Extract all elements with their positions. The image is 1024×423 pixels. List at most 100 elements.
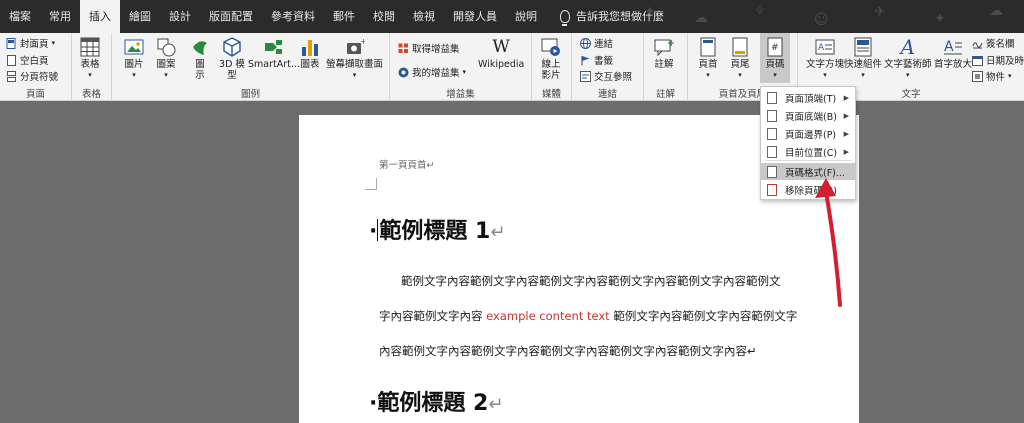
- ribbon-insert: 封面頁 ▾ 空白頁 分頁符號 頁面 表格 ▾ 表格 圖片 ▾ 圖案 ▾ 圖示 3…: [0, 33, 1024, 101]
- group-illustrations: 圖片 ▾ 圖案 ▾ 圖示 3D 模型 SmartArt... 圖表 + 螢幕擷取畫面…: [112, 33, 390, 101]
- menu-item-format-page-numbers[interactable]: 頁碼格式(F)...: [761, 163, 855, 180]
- group-media: 線上影片 媒體: [532, 33, 572, 101]
- remove-page-number-icon: [767, 183, 777, 196]
- page-bottom-icon: [767, 109, 777, 122]
- menu-separator: [765, 160, 851, 161]
- body-paragraph-line-1[interactable]: 範例文字內容範例文字內容範例文字內容範例文字內容範例文字內容範例文: [379, 273, 781, 289]
- submenu-arrow-icon: ▶: [843, 147, 849, 156]
- table-button[interactable]: 表格 ▾: [80, 37, 100, 81]
- tab-layout[interactable]: 版面配置: [200, 0, 262, 33]
- tab-references[interactable]: 參考資料: [262, 0, 324, 33]
- body-paragraph-line-2[interactable]: 字內容範例文字內容 example content text 範例文字內容範例文…: [379, 308, 797, 324]
- object-icon: [972, 70, 983, 82]
- tab-view[interactable]: 檢視: [404, 0, 444, 33]
- header-icon: [700, 37, 716, 57]
- page-margin-icon: [767, 127, 777, 140]
- group-label-comments: 註解: [655, 89, 675, 100]
- picture-icon: [124, 39, 144, 55]
- get-addins-button[interactable]: 取得增益集: [398, 41, 460, 55]
- quick-parts-button[interactable]: 快速組件 ▾: [844, 37, 882, 81]
- object-button[interactable]: 物件 ▾: [972, 69, 1012, 83]
- first-page-header[interactable]: 第一頁頁首↵: [379, 157, 434, 171]
- margin-corner-mark: [365, 178, 377, 190]
- online-video-icon: [541, 38, 560, 56]
- tab-design[interactable]: 設計: [160, 0, 200, 33]
- red-highlighted-text: example content text: [486, 309, 610, 323]
- puzzle-icon: [398, 67, 409, 77]
- dropcap-icon: A: [944, 39, 962, 55]
- group-label-addins: 增益集: [446, 89, 475, 100]
- paragraph-mark: ↵: [488, 394, 504, 415]
- wordart-button[interactable]: A 文字藝術師 ▾: [884, 37, 932, 81]
- signature-icon: [972, 41, 983, 48]
- chart-icon: [302, 40, 318, 56]
- pictures-button[interactable]: 圖片 ▾: [124, 37, 144, 81]
- chart-button[interactable]: 圖表: [300, 37, 320, 70]
- bookmark-button[interactable]: 書籤: [580, 53, 613, 67]
- page-number-icon: #: [767, 37, 783, 57]
- camera-icon: +: [346, 37, 365, 54]
- group-label-illustrations: 圖例: [240, 89, 260, 100]
- textbox-button[interactable]: A 文字方塊 ▾: [806, 37, 844, 81]
- group-label-links: 連結: [597, 89, 617, 100]
- paragraph-mark: ↵: [490, 222, 506, 243]
- wordart-icon: A: [900, 35, 915, 59]
- tab-home[interactable]: 常用: [40, 0, 80, 33]
- cover-page-button[interactable]: 封面頁 ▾: [6, 36, 55, 50]
- date-time-button[interactable]: 日期及時: [972, 53, 1024, 67]
- tab-developer[interactable]: 開發人員: [444, 0, 506, 33]
- ribbon-background-doodle: ✦ ☁ ✧ ☺ ✈ ✦ ☁: [644, 3, 1003, 28]
- menu-item-current-position[interactable]: 目前位置(C) ▶: [761, 143, 855, 160]
- comment-button[interactable]: + 註解: [654, 37, 674, 70]
- tab-help[interactable]: 說明: [506, 0, 546, 33]
- cross-reference-button[interactable]: 交互參照: [580, 69, 632, 83]
- blank-page-button[interactable]: 空白頁: [6, 53, 49, 67]
- signature-line-button[interactable]: 簽名欄: [972, 36, 1015, 50]
- menu-item-page-margins[interactable]: 頁面邊界(P) ▶: [761, 125, 855, 142]
- smartart-button[interactable]: SmartArt...: [248, 37, 300, 70]
- icons-button[interactable]: 圖示: [190, 37, 210, 81]
- group-label-tables: 表格: [81, 89, 101, 100]
- cover-page-icon: [6, 37, 16, 49]
- 3d-models-button[interactable]: 3D 模型: [216, 37, 248, 81]
- online-video-button[interactable]: 線上影片: [540, 37, 562, 81]
- header-button[interactable]: 頁首 ▾: [698, 37, 718, 81]
- svg-text:#: #: [771, 43, 779, 53]
- quick-parts-icon: [854, 37, 872, 57]
- wikipedia-icon: W: [492, 37, 510, 57]
- current-position-icon: [767, 145, 777, 158]
- heading-2[interactable]: ·範例標題 2↵: [369, 385, 503, 417]
- comment-icon: +: [654, 38, 674, 57]
- tab-review[interactable]: 校閱: [364, 0, 404, 33]
- group-addins: 取得增益集 我的增益集 ▾ W Wikipedia 增益集: [390, 33, 532, 101]
- calendar-icon: [972, 55, 983, 66]
- svg-text:+: +: [667, 38, 674, 49]
- group-pages: 封面頁 ▾ 空白頁 分頁符號 頁面: [0, 33, 72, 101]
- wikipedia-button[interactable]: W Wikipedia: [478, 37, 524, 70]
- shapes-button[interactable]: 圖案 ▾: [156, 37, 176, 81]
- page-number-menu: 頁面頂端(T) ▶ 頁面底端(B) ▶ 頁面邊界(P) ▶ 目前位置(C) ▶ 頁碼格式…: [760, 86, 856, 200]
- page-break-button[interactable]: 分頁符號: [6, 69, 58, 83]
- heading-1[interactable]: ·範例標題 1↵: [369, 213, 505, 245]
- menu-item-bottom-of-page[interactable]: 頁面底端(B) ▶: [761, 107, 855, 124]
- submenu-arrow-icon: ▶: [843, 111, 849, 120]
- format-page-number-icon: [767, 165, 777, 178]
- footer-button[interactable]: 頁尾 ▾: [730, 37, 750, 81]
- svg-text:A: A: [944, 39, 954, 55]
- link-button[interactable]: 連結: [580, 36, 613, 50]
- tab-file[interactable]: 檔案: [0, 0, 40, 33]
- cross-reference-icon: [580, 70, 591, 82]
- body-paragraph-line-3[interactable]: 內容範例文字內容範例文字內容範例文字內容範例文字內容範例文字內容↵: [379, 343, 757, 359]
- screenshot-button[interactable]: + 螢幕擷取畫面 ▾: [326, 37, 383, 81]
- bookmark-flag-icon: [581, 55, 590, 65]
- page-break-icon: [7, 70, 16, 82]
- menu-item-top-of-page[interactable]: 頁面頂端(T) ▶: [761, 89, 855, 106]
- menu-item-remove-page-numbers[interactable]: 移除頁碼(R): [761, 181, 855, 198]
- my-addins-button[interactable]: 我的增益集 ▾: [398, 65, 466, 79]
- group-label-pages: 頁面: [25, 89, 45, 100]
- tab-insert[interactable]: 插入: [80, 0, 120, 33]
- page-number-button[interactable]: # 頁碼 ▾: [760, 33, 790, 83]
- tab-draw[interactable]: 繪圖: [120, 0, 160, 33]
- dropcap-button[interactable]: A 首字放大: [934, 37, 972, 70]
- tab-mailings[interactable]: 郵件: [324, 0, 364, 33]
